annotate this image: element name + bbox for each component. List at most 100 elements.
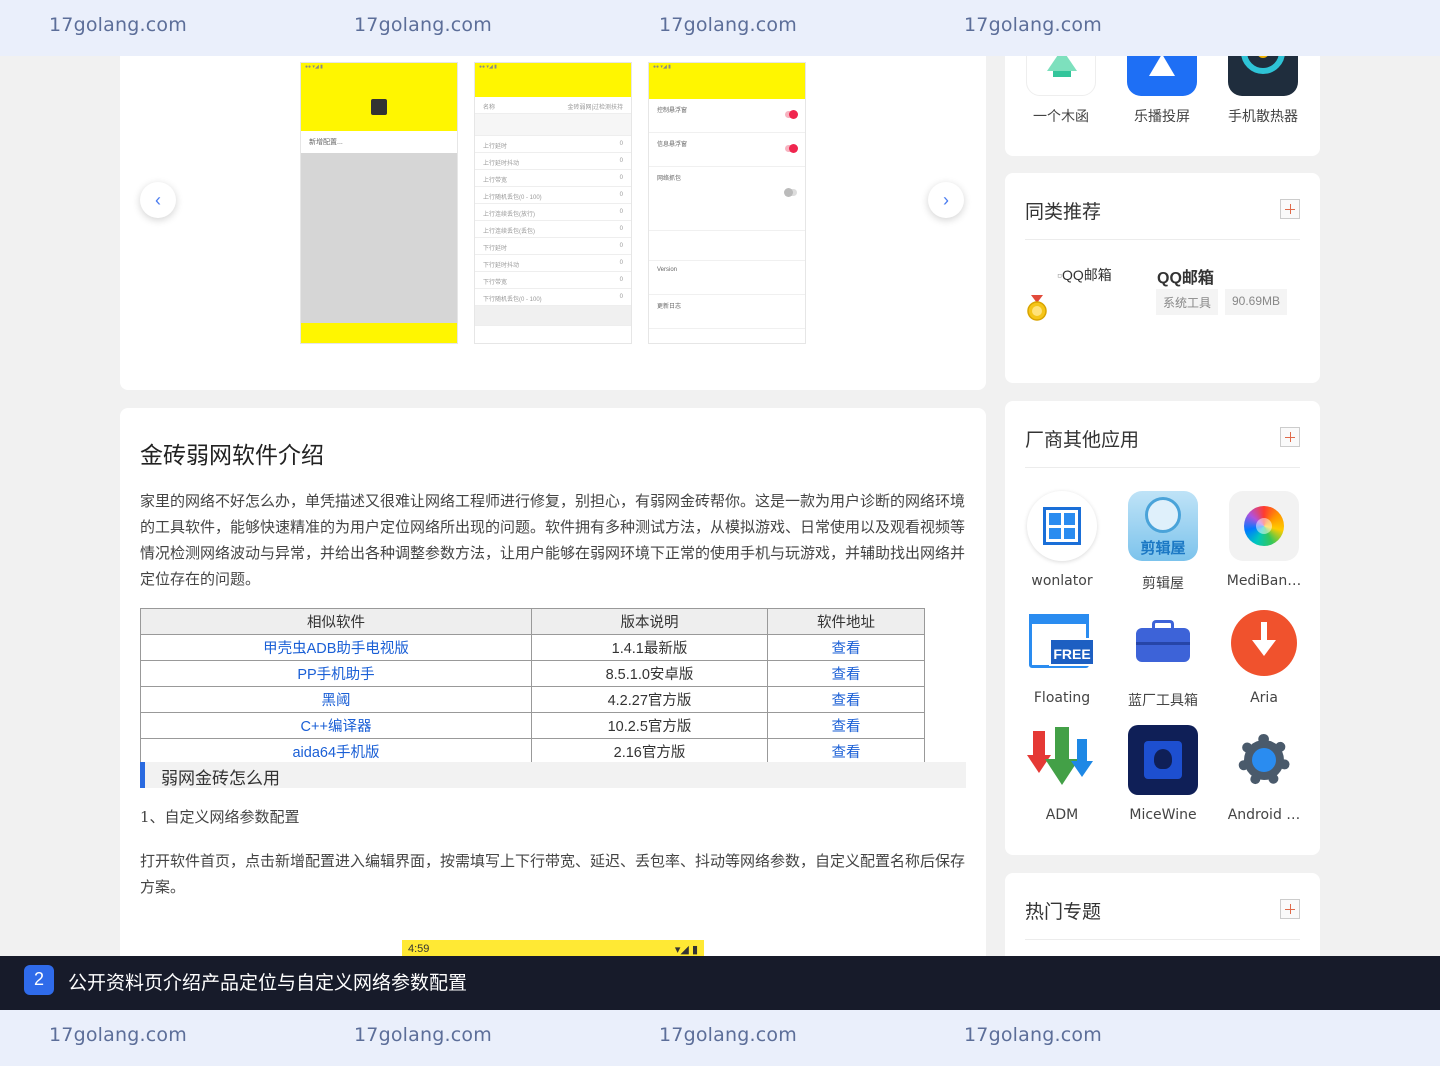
screenshot-gallery: ‹ › ●● ▾◢ ▮ 新增配置... ●● ▾◢ ▮ 名称 金砖弱网|过检测扶持… (120, 40, 986, 390)
broken-image-alt: QQ邮箱 (1061, 267, 1112, 283)
more-plus-icon[interactable] (1280, 427, 1300, 447)
gold-medal-icon (1027, 295, 1047, 321)
broken-image-icon[interactable]: ▫QQ邮箱 (1057, 265, 1112, 285)
section-title: 同类推荐 (1025, 201, 1102, 223)
watermark-text: 17golang.com (354, 1024, 492, 1046)
version-cell: 8.5.1.0安卓版 (531, 660, 768, 687)
screenshot-param: 下行延时 (483, 246, 508, 252)
screenshot-param: 上行连续丢包(丢包) (483, 229, 535, 235)
article-title: 金砖弱网软件介绍 (140, 443, 324, 469)
screenshot-param: 上行延时抖动 (483, 161, 520, 167)
app-screenshot-1[interactable]: ●● ▾◢ ▮ 新增配置... (300, 62, 458, 344)
article-card: 金砖弱网软件介绍 家里的网络不好怎么办，单凭描述又很难让网络工程师进行修复，别担… (120, 408, 986, 968)
table-row: 黑阈 4.2.27官方版 查看 (140, 686, 925, 713)
watermark-bar-top: 17golang.com 17golang.com 17golang.com 1… (0, 0, 1440, 56)
screenshot-param: 上行延时 (483, 144, 508, 150)
phone-time: 4:59 (408, 943, 430, 955)
app-label: 一个木函 (1033, 109, 1089, 125)
gallery-prev-button[interactable]: ‹ (140, 182, 176, 218)
toggle-on-icon (785, 144, 798, 153)
chevron-right-icon: › (943, 189, 949, 210)
app-label: MiceWine (1129, 807, 1197, 823)
view-link[interactable]: 查看 (832, 641, 861, 657)
caption-bar: 2 公开资料页介绍产品定位与自定义网络参数配置 (0, 956, 1440, 1010)
software-link[interactable]: 黑阈 (322, 693, 351, 709)
table-row: PP手机助手 8.5.1.0安卓版 查看 (140, 660, 925, 687)
more-plus-icon[interactable] (1280, 899, 1300, 919)
view-link[interactable]: 查看 (832, 745, 861, 761)
size-tag: 90.69MB (1225, 289, 1288, 315)
toggle-on-icon (785, 110, 798, 119)
screenshot-setting: 网络抓包 (657, 176, 682, 182)
app-screenshot-3[interactable]: ●● ▾◢ ▮ 控制悬浮窗 信息悬浮窗 网络抓包 Version 更新日志 (648, 62, 806, 344)
gear-icon (1229, 725, 1299, 795)
vendor-apps-card: 厂商其他应用 wonlator 剪辑屋 剪辑屋 MediBan… FREE Fl… (1005, 401, 1320, 855)
related-apps-card: 一个木函 乐播投屏 手机散热器 (1005, 40, 1320, 156)
software-link[interactable]: C++编译器 (301, 719, 372, 735)
vendor-app-tile[interactable]: FREE Floating (1012, 608, 1112, 706)
app-label: ADM (1045, 807, 1079, 823)
download-arrow-icon (1229, 608, 1299, 678)
app-name-link[interactable]: QQ邮箱 (1157, 264, 1214, 288)
table-header: 相似软件 (140, 608, 532, 635)
screenshot-setting: 控制悬浮窗 (657, 108, 688, 114)
section-heading: 弱网金砖怎么用 (140, 762, 966, 789)
chevron-left-icon: ‹ (155, 189, 161, 210)
app-screenshot-2[interactable]: ●● ▾◢ ▮ 名称 金砖弱网|过检测扶持 上行延时 0 上行延时抖动 0 上行带宽 0… (474, 62, 632, 344)
vendor-app-tile[interactable]: Aria (1214, 608, 1314, 706)
app-label: 剪辑屋 (1142, 576, 1184, 592)
app-label: Floating (1033, 690, 1091, 706)
more-plus-icon[interactable] (1280, 199, 1300, 219)
watermark-text: 17golang.com (354, 14, 492, 36)
screenshot-add-config: 新增配置... (301, 131, 457, 153)
app-label: 蓝厂工具箱 (1128, 693, 1198, 709)
screenshot-setting: 信息悬浮窗 (657, 142, 688, 148)
app-label: 手机散热器 (1228, 109, 1298, 125)
article-intro: 家里的网络不好怎么办，单凭描述又很难让网络工程师进行修复，别担心，有弱网金砖帮你… (140, 492, 966, 588)
version-cell: 10.2.5官方版 (531, 712, 768, 739)
color-wheel-icon (1229, 491, 1299, 561)
vendor-app-tile[interactable]: MediBan… (1214, 491, 1314, 589)
view-link[interactable]: 查看 (832, 693, 861, 709)
screenshot-param: 下行延时抖动 (483, 263, 520, 269)
micewine-icon (1128, 725, 1198, 795)
vendor-app-tile[interactable]: 剪辑屋 剪辑屋 (1113, 491, 1213, 593)
watermark-text: 17golang.com (659, 1024, 797, 1046)
caption-step-badge: 2 (24, 965, 54, 995)
signal-battery-icon: ▾◢ ▮ (674, 944, 698, 956)
table-row: aida64手机版 2.16官方版 查看 (140, 738, 925, 765)
anime-girl-icon: 剪辑屋 (1128, 491, 1198, 561)
software-link[interactable]: PP手机助手 (297, 667, 374, 683)
app-label: Aria (1250, 690, 1278, 706)
similar-software-table: 相似软件 版本说明 软件地址 甲壳虫ADB助手电视版 1.4.1最新版 查看 P… (140, 608, 925, 765)
vendor-app-tile[interactable]: wonlator (1012, 491, 1112, 589)
step-title: 1、自定义网络参数配置 (140, 808, 300, 826)
vendor-app-tile[interactable]: MiceWine (1113, 725, 1213, 823)
screenshot-name-value: 金砖弱网|过检测扶持 (567, 105, 623, 111)
vendor-app-tile[interactable]: ADM (1012, 725, 1112, 823)
watermark-bar-bottom: 17golang.com 17golang.com 17golang.com 1… (0, 1010, 1440, 1066)
screenshot-param: 上行连续丢包(放行) (483, 212, 535, 218)
similar-recommend-card: 同类推荐 ▫QQ邮箱 QQ邮箱 系统工具 90.69MB (1005, 173, 1320, 383)
step-description: 打开软件首页，点击新增配置进入编辑界面，按需填写上下行带宽、延迟、丢包率、抖动等… (140, 852, 966, 896)
adm-arrows-icon (1027, 725, 1097, 795)
toggle-off-icon (784, 188, 797, 197)
software-link[interactable]: aida64手机版 (292, 745, 379, 761)
app-label: Android … (1227, 807, 1301, 823)
android-logo-icon (371, 99, 387, 115)
table-header: 版本说明 (531, 608, 768, 635)
view-link[interactable]: 查看 (832, 667, 861, 683)
version-cell: 2.16官方版 (531, 738, 768, 765)
app-label: MediBan… (1226, 573, 1302, 589)
vendor-app-tile[interactable]: Android … (1214, 725, 1314, 823)
version-cell: 4.2.27官方版 (531, 686, 768, 713)
section-title: 厂商其他应用 (1025, 429, 1140, 451)
gallery-next-button[interactable]: › (928, 182, 964, 218)
app-label: 乐播投屏 (1134, 109, 1190, 125)
vendor-app-tile[interactable]: 蓝厂工具箱 (1113, 608, 1213, 710)
watermark-text: 17golang.com (964, 14, 1102, 36)
screenshot-name-label: 名称 (483, 105, 496, 111)
screenshot-setting: 更新日志 (657, 304, 682, 310)
software-link[interactable]: 甲壳虫ADB助手电视版 (263, 641, 409, 657)
view-link[interactable]: 查看 (832, 719, 861, 735)
